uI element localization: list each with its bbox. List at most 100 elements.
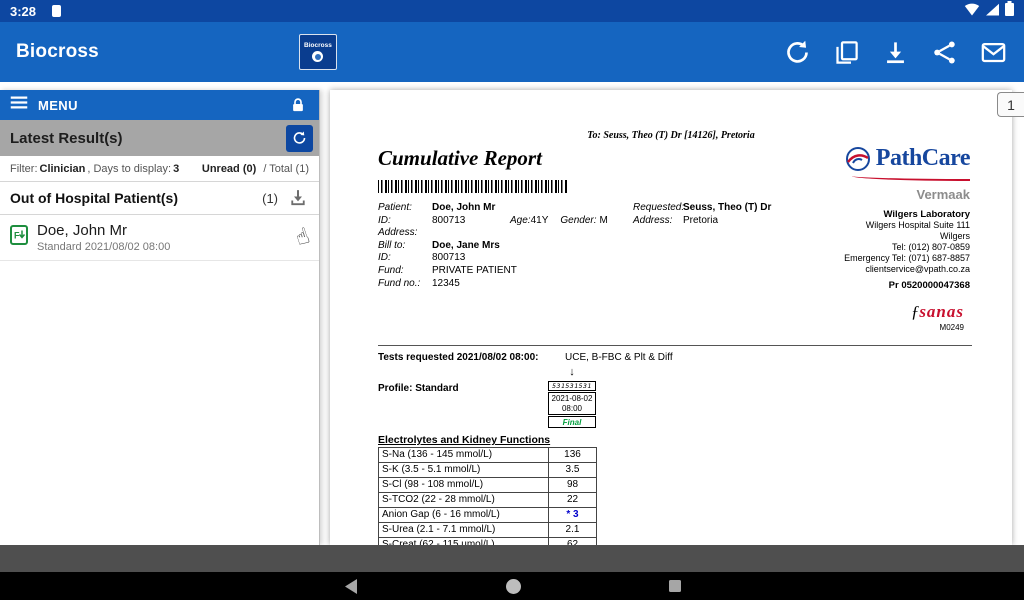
mail-icon bbox=[980, 39, 1007, 66]
requested-address-value: Pretoria bbox=[683, 215, 718, 226]
report-to-line: To: Seuss, Theo (T) Dr [14126], Pretoria bbox=[330, 130, 1012, 141]
lock-button[interactable] bbox=[287, 94, 309, 116]
table-row: S-Cl (98 - 108 mmol/L)98 bbox=[379, 478, 597, 493]
filter-days-value: 3 bbox=[173, 163, 179, 175]
viewer-bottom-strip bbox=[0, 545, 1024, 572]
app-actions bbox=[782, 37, 1008, 67]
out-of-hospital-section: Out of Hospital Patient(s) (1) bbox=[0, 182, 319, 215]
sidebar: MENU Latest Result(s) Filter: Clinician … bbox=[0, 90, 320, 545]
latest-results-header: Latest Result(s) bbox=[0, 120, 319, 156]
filter-clinician: Clinician bbox=[40, 163, 86, 175]
app-bar: Biocross Biocross bbox=[0, 22, 1024, 82]
latest-results-title: Latest Result(s) bbox=[10, 130, 123, 147]
report-page[interactable]: To: Seuss, Theo (T) Dr [14126], Pretoria… bbox=[330, 90, 1012, 545]
patient-gender-value: M bbox=[600, 215, 608, 226]
pathcare-emblem-icon bbox=[845, 146, 871, 172]
sanas-logo: ƒsanas M0249 bbox=[911, 303, 964, 332]
page-number-badge: 1 bbox=[997, 92, 1024, 117]
flagged-value: * 3 bbox=[549, 508, 597, 523]
result-file-icon: F bbox=[10, 225, 28, 250]
barcode bbox=[378, 180, 568, 193]
unread-total: Unread (0) / Total (1) bbox=[202, 163, 309, 175]
specimen-number: 531531531 bbox=[548, 381, 596, 391]
status-icons bbox=[964, 1, 1014, 21]
refresh-icon bbox=[784, 39, 811, 66]
pathcare-branch: Vermaak bbox=[917, 187, 971, 202]
result-column-header: 531531531 2021-08-02 08:00 Final bbox=[548, 381, 596, 428]
table-row: S-K (3.5 - 5.1 mmol/L)3.5 bbox=[379, 463, 597, 478]
results-table: S-Na (136 - 145 mmol/L)136 S-K (3.5 - 5.… bbox=[378, 447, 597, 545]
pathcare-swoosh bbox=[852, 176, 970, 181]
patient-list-item[interactable]: F Doe, John Mr Standard 2021/08/02 08:00… bbox=[0, 215, 319, 261]
refresh-icon bbox=[292, 129, 307, 147]
profile-label: Profile: Standard bbox=[378, 383, 459, 394]
clock: 3:28 bbox=[10, 4, 36, 19]
home-icon bbox=[506, 579, 521, 594]
download-icon bbox=[882, 39, 909, 66]
table-row: S-TCO2 (22 - 28 mmol/L)22 bbox=[379, 493, 597, 508]
filter-prefix: Filter: bbox=[10, 163, 38, 175]
unread-count: Unread (0) bbox=[202, 163, 256, 175]
patient-list-subtitle: Standard 2021/08/02 08:00 bbox=[37, 241, 170, 253]
total-count: / Total (1) bbox=[263, 163, 309, 175]
back-icon bbox=[343, 578, 358, 595]
filter-row: Filter: Clinician , Days to display: 3 U… bbox=[0, 156, 319, 182]
table-row: S-Na (136 - 145 mmol/L)136 bbox=[379, 448, 597, 463]
share-icon bbox=[931, 39, 958, 66]
down-arrow: ↓ bbox=[548, 366, 596, 378]
filter-days-label: , Days to display: bbox=[87, 163, 171, 175]
pathcare-brand-text: PathCare bbox=[876, 145, 970, 172]
pages-button[interactable] bbox=[831, 37, 861, 67]
patient-name-value: Doe, John Mr bbox=[432, 202, 495, 213]
fundno-value: 12345 bbox=[432, 278, 460, 289]
pathcare-logo: PathCare bbox=[845, 145, 970, 172]
nav-home-button[interactable] bbox=[506, 579, 521, 594]
result-status: Final bbox=[548, 416, 596, 428]
requested-info-block: Requested:Seuss, Theo (T) Dr Address:Pre… bbox=[633, 202, 771, 227]
menu-bar[interactable]: MENU bbox=[0, 90, 319, 120]
download-all-button[interactable] bbox=[287, 187, 309, 209]
nav-recents-button[interactable] bbox=[669, 580, 681, 592]
nav-back-button[interactable] bbox=[343, 578, 358, 595]
menu-label: MENU bbox=[38, 98, 78, 113]
email-button[interactable] bbox=[978, 37, 1008, 67]
share-button[interactable] bbox=[929, 37, 959, 67]
table-row: S-Urea (2.1 - 7.1 mmol/L)2.1 bbox=[379, 523, 597, 538]
download-button[interactable] bbox=[880, 37, 910, 67]
biocross-logo-icon: Biocross bbox=[299, 34, 337, 70]
battery-icon bbox=[1005, 1, 1014, 21]
table-row: S-Creat (62 - 115 umol/L)62 bbox=[379, 538, 597, 546]
content-area: To: Seuss, Theo (T) Dr [14126], Pretoria… bbox=[0, 82, 1024, 545]
specimen-datetime: 2021-08-02 08:00 bbox=[548, 392, 596, 415]
tap-hand-icon: ☝ bbox=[292, 224, 312, 252]
hamburger-icon[interactable] bbox=[10, 95, 28, 115]
table-row: Anion Gap (6 - 16 mmol/L)* 3 bbox=[379, 508, 597, 523]
fund-value: PRIVATE PATIENT bbox=[432, 265, 517, 276]
status-bar: 3:28 bbox=[0, 0, 1024, 22]
section-count: (1) bbox=[262, 191, 278, 206]
refresh-results-button[interactable] bbox=[286, 125, 313, 152]
tests-requested-label: Tests requested 2021/08/02 08:00: bbox=[378, 352, 538, 363]
lab-address-block: Wilgers Laboratory Wilgers Hospital Suit… bbox=[844, 209, 970, 291]
billto-value: Doe, Jane Mrs bbox=[432, 240, 500, 251]
pages-icon bbox=[833, 39, 860, 66]
signal-icon bbox=[985, 3, 1000, 21]
patient-list-name: Doe, John Mr bbox=[37, 222, 170, 239]
divider-rule bbox=[378, 345, 972, 346]
sanas-code: M0249 bbox=[911, 323, 964, 332]
out-of-hospital-title: Out of Hospital Patient(s) bbox=[10, 190, 178, 206]
recents-icon bbox=[669, 580, 681, 592]
patient-info-block: Patient:Doe, John Mr ID:800713Age:41YGen… bbox=[378, 202, 608, 290]
patient-age-value: 41Y bbox=[531, 215, 549, 226]
android-nav-bar bbox=[0, 572, 1024, 600]
refresh-button[interactable] bbox=[782, 37, 812, 67]
lock-icon bbox=[289, 96, 307, 115]
notification-icon bbox=[52, 5, 61, 17]
report-title: Cumulative Report bbox=[378, 146, 542, 171]
logo-emblem-icon bbox=[312, 51, 323, 62]
wifi-icon bbox=[964, 3, 980, 21]
patient-id-value: 800713 bbox=[432, 215, 510, 228]
section-header: Electrolytes and Kidney Functions bbox=[378, 434, 550, 446]
svg-text:F: F bbox=[14, 231, 20, 241]
practice-number: Pr 0520000047368 bbox=[844, 280, 970, 291]
